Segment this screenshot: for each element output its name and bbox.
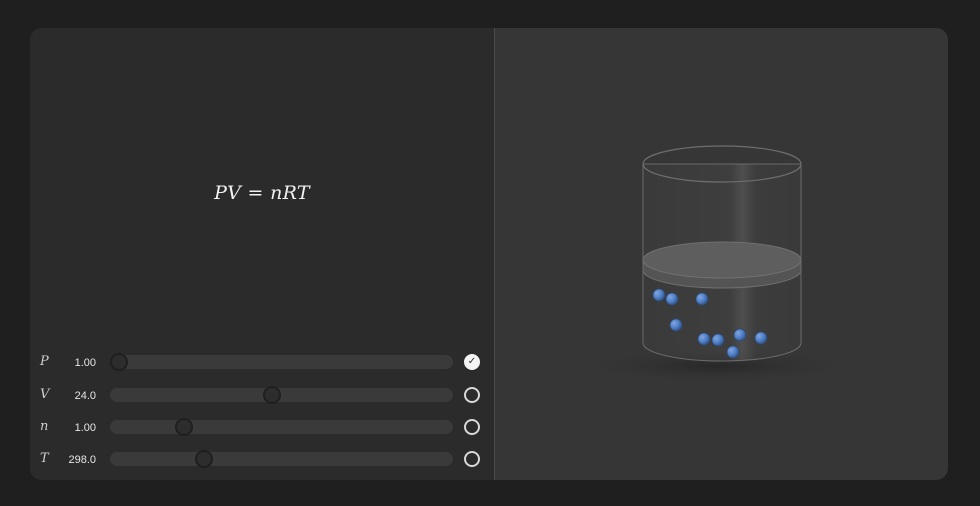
gas-cylinder-scene xyxy=(567,145,867,384)
slider-track-p[interactable] xyxy=(110,353,453,371)
controls-pane: PV = nRT P 1.00 ✓ V 24.0 n 1.00 T 298.0 xyxy=(30,28,494,480)
variable-label-p: P xyxy=(40,354,49,369)
gas-particle xyxy=(754,331,768,345)
piston-top xyxy=(642,241,802,279)
gas-particle xyxy=(665,292,679,306)
lock-toggle-p[interactable]: ✓ xyxy=(464,354,480,370)
equation-text: PV = nRT xyxy=(214,182,310,204)
gas-particle xyxy=(652,288,666,302)
slider-track-t[interactable] xyxy=(110,450,453,468)
control-row-n: n 1.00 xyxy=(30,417,494,437)
simulation-pane xyxy=(495,28,948,480)
gas-particle xyxy=(695,292,709,306)
variable-label-t: T xyxy=(40,451,49,466)
variable-label-n: n xyxy=(40,419,49,434)
control-row-v: V 24.0 xyxy=(30,385,494,405)
lock-toggle-v[interactable] xyxy=(464,387,480,403)
gas-particle xyxy=(711,333,725,347)
lock-toggle-t[interactable] xyxy=(464,451,480,467)
slider-thumb-v[interactable] xyxy=(263,386,281,404)
slider-track-v[interactable] xyxy=(110,386,453,404)
gas-particle xyxy=(697,332,711,346)
check-icon: ✓ xyxy=(467,356,477,367)
slider-track-n[interactable] xyxy=(110,418,453,436)
variable-value-p: 1.00 xyxy=(74,357,96,369)
variable-value-v: 24.0 xyxy=(74,390,96,402)
gas-particle xyxy=(669,318,683,332)
gas-law-panel: PV = nRT P 1.00 ✓ V 24.0 n 1.00 T 298.0 xyxy=(30,28,948,480)
gas-particle xyxy=(726,345,740,359)
variable-value-t: 298.0 xyxy=(68,454,96,466)
lock-toggle-n[interactable] xyxy=(464,419,480,435)
gas-particle xyxy=(733,328,747,342)
control-row-p: P 1.00 ✓ xyxy=(30,352,494,372)
control-row-t: T 298.0 xyxy=(30,449,494,469)
slider-thumb-p[interactable] xyxy=(110,353,128,371)
slider-thumb-t[interactable] xyxy=(195,450,213,468)
slider-thumb-n[interactable] xyxy=(175,418,193,436)
variable-value-n: 1.00 xyxy=(74,422,96,434)
variable-label-v: V xyxy=(40,387,50,402)
